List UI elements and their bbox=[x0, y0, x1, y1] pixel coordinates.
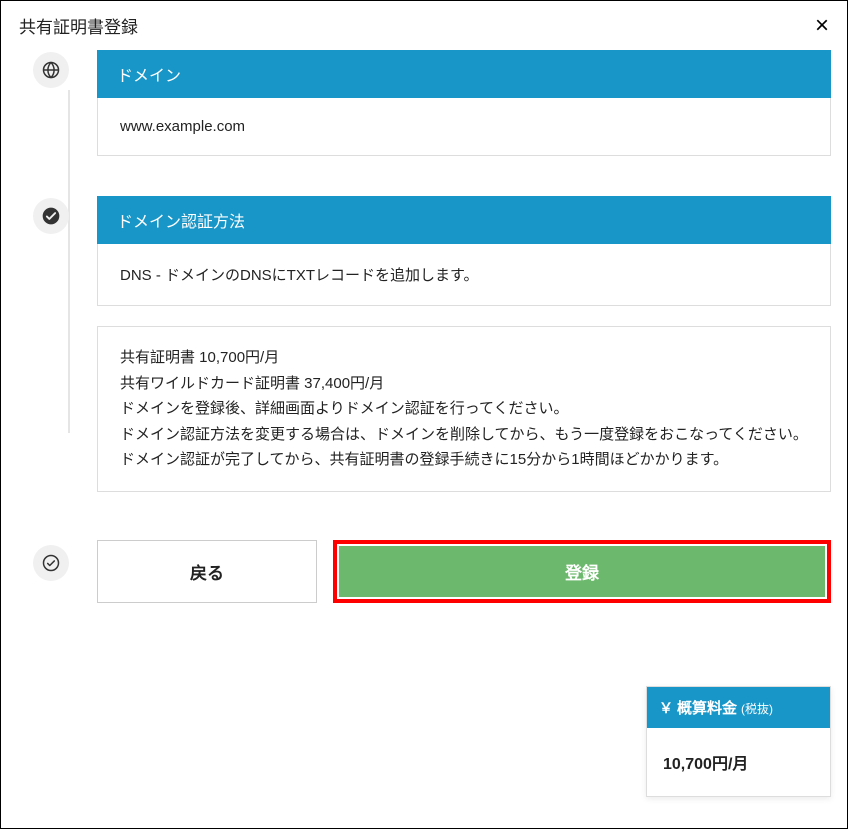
price-value: 10,700円/月 bbox=[647, 728, 830, 796]
auth-section-header: ドメイン認証方法 bbox=[97, 196, 831, 244]
step-domain: ドメイン www.example.com bbox=[97, 50, 831, 156]
back-button[interactable]: 戻る bbox=[97, 540, 317, 603]
modal-content: ドメイン www.example.com ドメイン認証方法 DNS - ドメイン… bbox=[1, 50, 847, 619]
info-box: 共有証明書 10,700円/月 共有ワイルドカード証明書 37,400円/月 ド… bbox=[97, 326, 831, 492]
price-label: 概算料金 bbox=[677, 697, 737, 718]
register-highlight: 登録 bbox=[333, 540, 831, 603]
check-outline-icon bbox=[33, 545, 69, 581]
timeline: ドメイン www.example.com ドメイン認証方法 DNS - ドメイン… bbox=[17, 50, 831, 603]
close-button[interactable]: × bbox=[815, 14, 829, 38]
modal-title: 共有証明書登録 bbox=[19, 13, 138, 38]
modal-header: 共有証明書登録 × bbox=[1, 1, 847, 50]
domain-section-header: ドメイン bbox=[97, 50, 831, 98]
auth-value: DNS - ドメインのDNSにTXTレコードを追加します。 bbox=[97, 244, 831, 306]
modal-container: 共有証明書登録 × ドメイン www.example.com bbox=[0, 0, 848, 829]
yen-icon: ￥ bbox=[659, 698, 673, 718]
info-line: 共有ワイルドカード証明書 37,400円/月 bbox=[120, 371, 808, 397]
globe-icon bbox=[33, 52, 69, 88]
domain-value: www.example.com bbox=[97, 98, 831, 156]
price-header: ￥ 概算料金 (税抜) bbox=[647, 687, 830, 728]
register-button[interactable]: 登録 bbox=[339, 546, 825, 597]
step-auth: ドメイン認証方法 DNS - ドメインのDNSにTXTレコードを追加します。 共… bbox=[97, 196, 831, 492]
price-note: (税抜) bbox=[741, 700, 773, 717]
check-filled-icon bbox=[33, 198, 69, 234]
step-actions: 戻る 登録 bbox=[97, 540, 831, 603]
info-line: ドメインを登録後、詳細画面よりドメイン認証を行ってください。 bbox=[120, 396, 808, 422]
info-line: 共有証明書 10,700円/月 bbox=[120, 345, 808, 371]
price-card: ￥ 概算料金 (税抜) 10,700円/月 bbox=[646, 686, 831, 797]
info-line: ドメイン認証が完了してから、共有証明書の登録手続きに15分から1時間ほどかかりま… bbox=[120, 447, 808, 473]
info-line: ドメイン認証方法を変更する場合は、ドメインを削除してから、もう一度登録をおこなっ… bbox=[120, 422, 808, 448]
